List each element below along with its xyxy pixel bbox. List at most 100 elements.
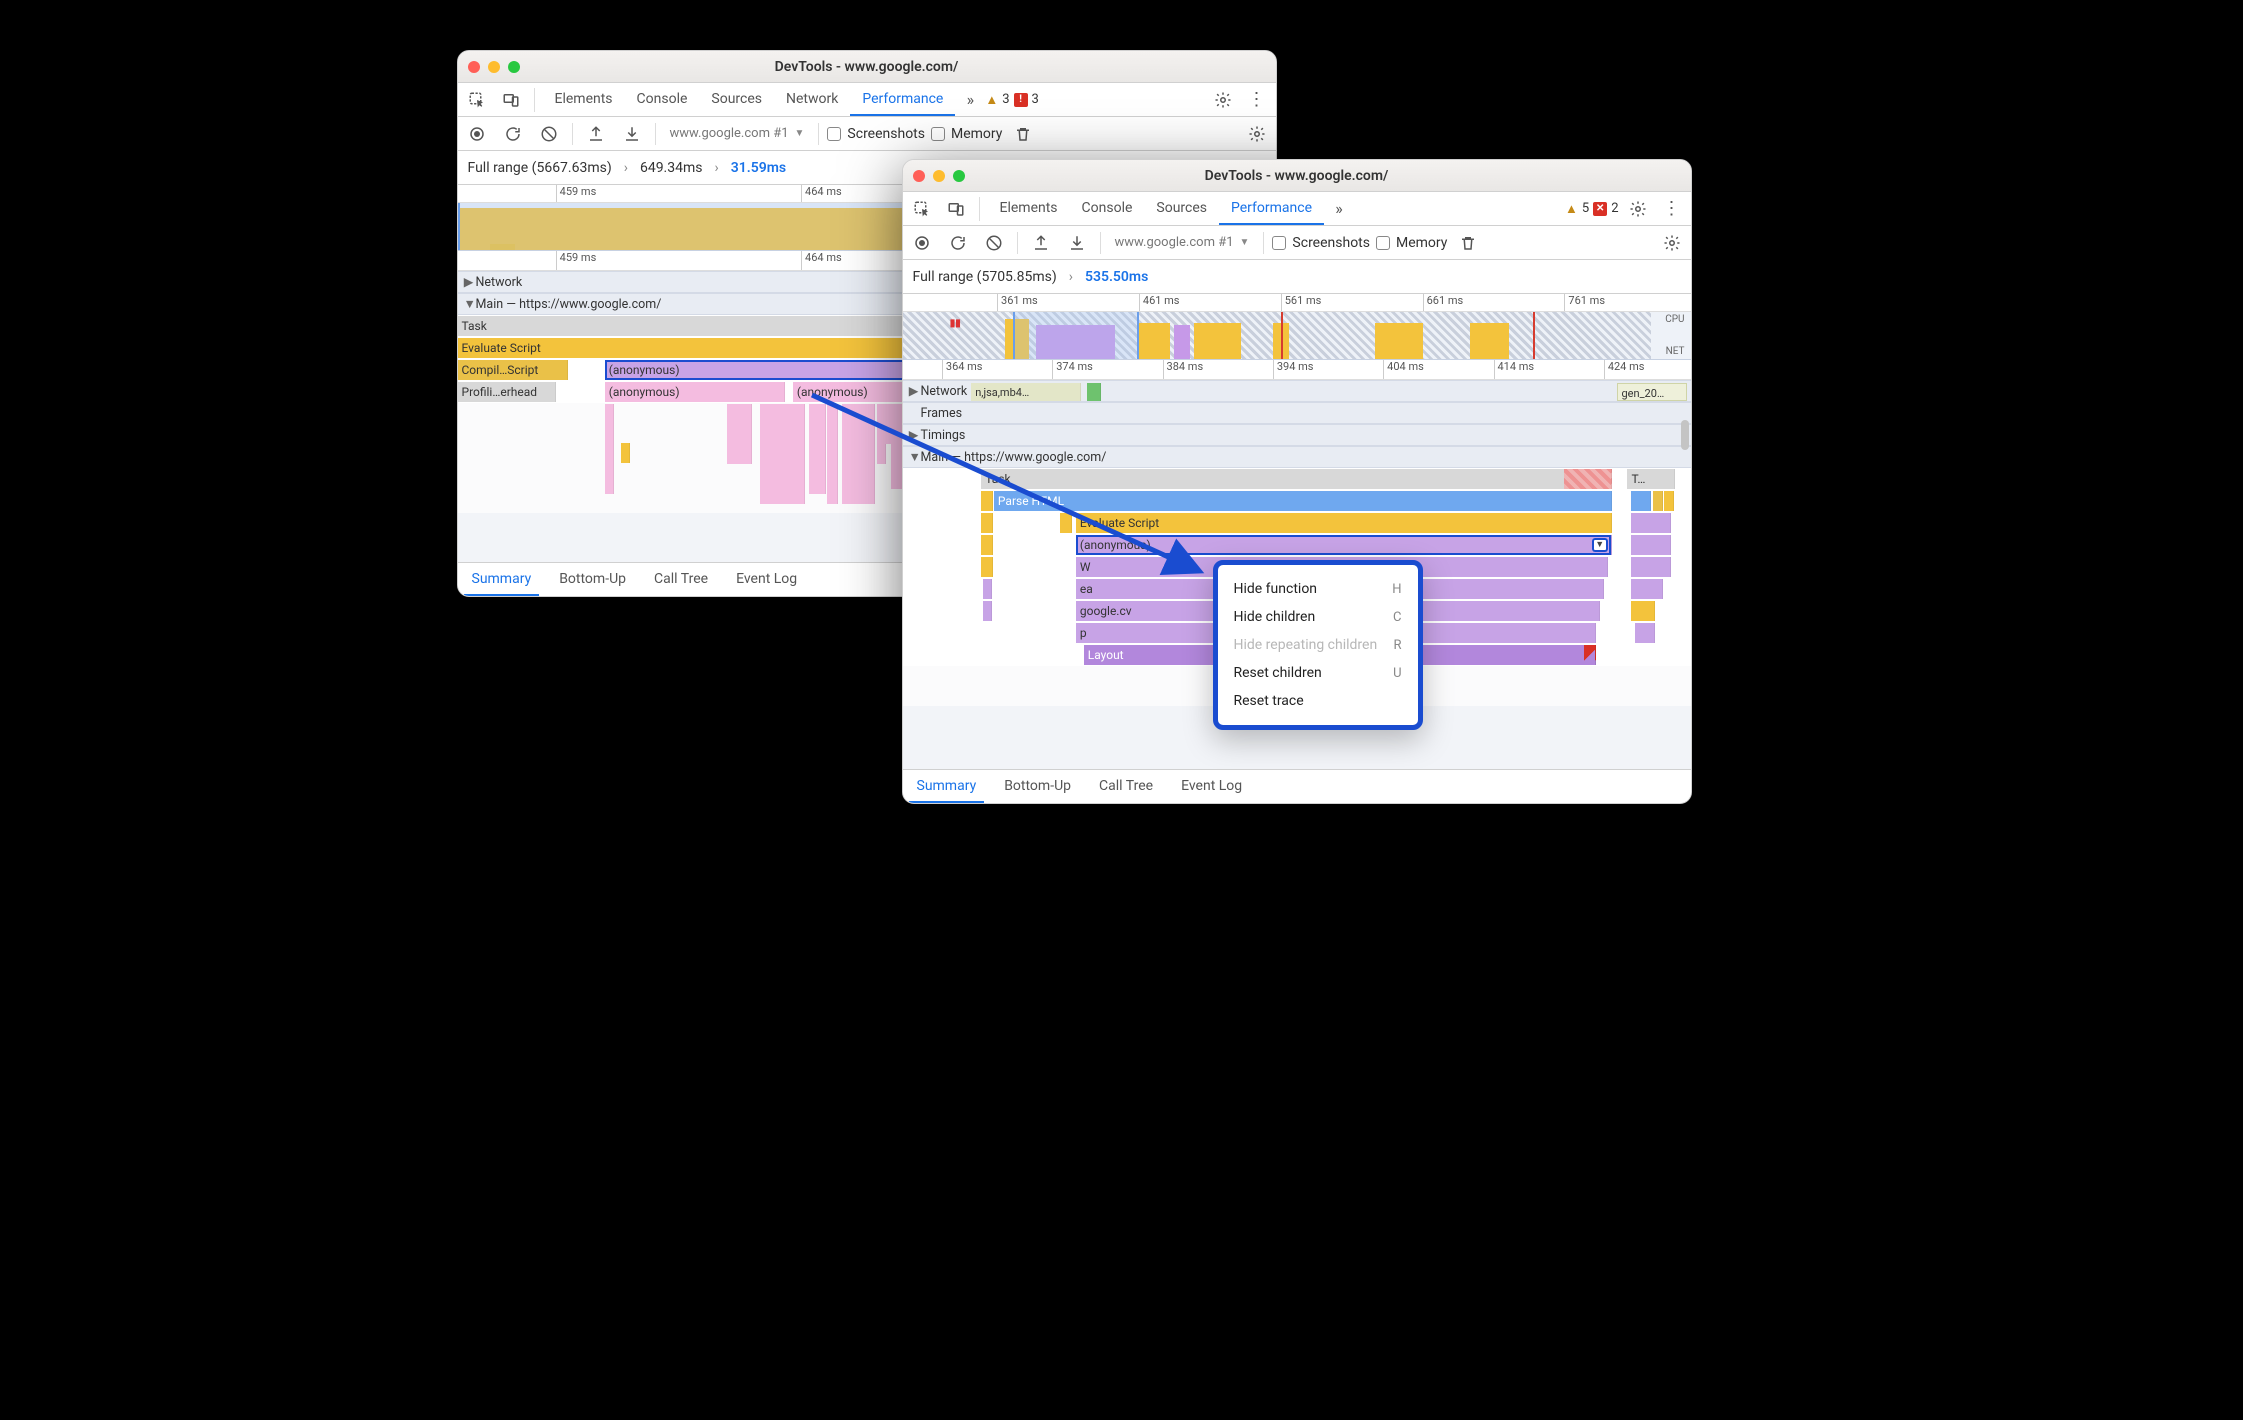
crumb-current[interactable]: 535.50ms (1085, 269, 1148, 285)
minimize-window-icon[interactable] (488, 61, 500, 73)
seg[interactable] (1060, 513, 1072, 533)
seg[interactable] (1631, 579, 1663, 599)
crumb-current[interactable]: 31.59ms (731, 160, 786, 176)
clear-icon[interactable] (979, 229, 1009, 257)
crumb-mid[interactable]: 649.34ms (640, 160, 703, 176)
btab-event-log[interactable]: Event Log (728, 563, 805, 596)
overview-ruler[interactable]: 361 ms 461 ms 561 ms 661 ms 761 ms (903, 294, 1691, 312)
more-icon[interactable]: ⋮ (1657, 195, 1687, 223)
seg-compile-script[interactable]: Compil…Script (458, 360, 568, 380)
tab-sources[interactable]: Sources (699, 83, 774, 116)
error-count[interactable]: ✕ 2 (1593, 201, 1618, 216)
tab-console[interactable]: Console (625, 83, 700, 116)
reload-icon[interactable] (498, 120, 528, 148)
error-count[interactable]: ! 3 (1014, 92, 1039, 107)
seg-long-task[interactable] (1564, 469, 1611, 489)
warning-count[interactable]: ▲ 5 (1565, 201, 1589, 217)
tab-network[interactable]: Network (774, 83, 850, 116)
btab-bottom-up[interactable]: Bottom-Up (996, 770, 1079, 803)
network-entry[interactable]: gen_20… (1617, 383, 1687, 401)
overview-minimap[interactable]: ▮▮ CPU NET (903, 312, 1691, 360)
seg-task[interactable]: T… (1627, 469, 1674, 489)
seg[interactable] (981, 535, 993, 555)
tabs-overflow-icon[interactable]: » (959, 86, 981, 114)
tabs-overflow-icon[interactable]: » (1328, 195, 1350, 223)
close-window-icon[interactable] (468, 61, 480, 73)
seg[interactable] (981, 557, 993, 577)
flame-ruler[interactable]: 364 ms 374 ms 384 ms 394 ms 404 ms 414 m… (903, 360, 1691, 380)
tab-console[interactable]: Console (1070, 192, 1145, 225)
seg[interactable] (1631, 513, 1670, 533)
btab-event-log[interactable]: Event Log (1173, 770, 1250, 803)
seg[interactable] (1631, 491, 1651, 511)
seg[interactable] (981, 513, 993, 533)
zoom-window-icon[interactable] (508, 61, 520, 73)
seg-parse-html[interactable] (981, 491, 993, 511)
tab-sources[interactable]: Sources (1144, 192, 1219, 225)
more-icon[interactable]: ⋮ (1242, 86, 1272, 114)
tab-elements[interactable]: Elements (543, 83, 625, 116)
device-toolbar-icon[interactable] (941, 195, 971, 223)
minimize-window-icon[interactable] (933, 170, 945, 182)
scrollbar-thumb[interactable] (1681, 420, 1689, 450)
select-element-icon[interactable] (907, 195, 937, 223)
seg[interactable] (1631, 535, 1670, 555)
btab-bottom-up[interactable]: Bottom-Up (551, 563, 634, 596)
screenshots-toggle[interactable]: Screenshots (827, 126, 925, 142)
track-main[interactable]: ▼Main — https://www.google.com/ (903, 446, 1691, 468)
record-icon[interactable] (462, 120, 492, 148)
track-frames[interactable]: Frames (903, 402, 1691, 424)
seg[interactable] (1653, 491, 1663, 511)
download-icon[interactable] (617, 120, 647, 148)
select-element-icon[interactable] (462, 86, 492, 114)
upload-icon[interactable] (1026, 229, 1056, 257)
btab-call-tree[interactable]: Call Tree (646, 563, 716, 596)
seg[interactable] (1664, 491, 1674, 511)
btab-summary[interactable]: Summary (464, 563, 540, 596)
flame-chart[interactable]: ▶Network n,jsa,mb4… gen_20… Frames ▶Timi… (903, 380, 1691, 769)
settings-icon[interactable] (1208, 86, 1238, 114)
seg[interactable] (983, 601, 992, 621)
menu-hide-children[interactable]: Hide childrenC (1218, 603, 1418, 631)
seg-task[interactable]: Task (981, 469, 1611, 489)
network-entry[interactable] (1087, 383, 1101, 401)
settings-icon[interactable] (1657, 229, 1687, 257)
track-timings[interactable]: ▶Timings (903, 424, 1691, 446)
seg-parse-html[interactable]: Parse HTML (994, 491, 1613, 511)
tab-performance[interactable]: Performance (1219, 192, 1324, 225)
crumb-full-range[interactable]: Full range (5705.85ms) (913, 269, 1057, 285)
seg-anonymous-selected[interactable]: (anonymous) ▼ (1076, 535, 1612, 555)
settings-icon[interactable] (1242, 120, 1272, 148)
reload-icon[interactable] (943, 229, 973, 257)
warning-count[interactable]: ▲ 3 (985, 92, 1009, 108)
btab-call-tree[interactable]: Call Tree (1091, 770, 1161, 803)
zoom-window-icon[interactable] (953, 170, 965, 182)
seg-evaluate-script[interactable]: Evaluate Script (1076, 513, 1612, 533)
settings-icon[interactable] (1623, 195, 1653, 223)
menu-reset-children[interactable]: Reset childrenU (1218, 659, 1418, 687)
screenshots-toggle[interactable]: Screenshots (1272, 235, 1370, 251)
download-icon[interactable] (1062, 229, 1092, 257)
upload-icon[interactable] (581, 120, 611, 148)
target-selector[interactable]: www.google.com #1 ▼ (664, 126, 811, 141)
menu-reset-trace[interactable]: Reset trace (1218, 687, 1418, 715)
seg[interactable] (1631, 601, 1655, 621)
seg-anonymous[interactable]: (anonymous) (605, 382, 785, 402)
seg[interactable] (983, 579, 992, 599)
seg[interactable] (1631, 557, 1670, 577)
btab-summary[interactable]: Summary (909, 770, 985, 803)
network-entry[interactable]: n,jsa,mb4… (971, 383, 1081, 401)
collect-garbage-icon[interactable] (1453, 229, 1483, 257)
entry-dropdown-icon[interactable]: ▼ (1592, 538, 1608, 552)
device-toolbar-icon[interactable] (496, 86, 526, 114)
collect-garbage-icon[interactable] (1008, 120, 1038, 148)
tab-elements[interactable]: Elements (988, 192, 1070, 225)
track-network[interactable]: ▶Network n,jsa,mb4… gen_20… (903, 380, 1691, 402)
memory-toggle[interactable]: Memory (931, 126, 1002, 142)
record-icon[interactable] (907, 229, 937, 257)
memory-toggle[interactable]: Memory (1376, 235, 1447, 251)
menu-hide-function[interactable]: Hide functionH (1218, 575, 1418, 603)
clear-icon[interactable] (534, 120, 564, 148)
close-window-icon[interactable] (913, 170, 925, 182)
target-selector[interactable]: www.google.com #1 ▼ (1109, 235, 1256, 250)
